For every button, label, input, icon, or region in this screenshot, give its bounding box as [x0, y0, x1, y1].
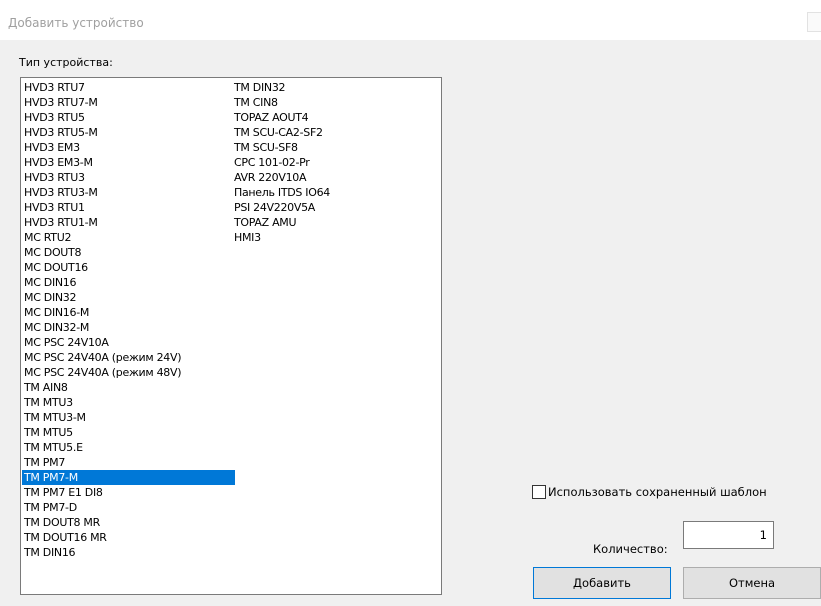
- device-list-item[interactable]: MC RTU2: [22, 230, 235, 245]
- device-list-item[interactable]: MC DIN16: [22, 275, 235, 290]
- device-list-item[interactable]: TOPAZ AMU: [232, 215, 432, 230]
- device-list-item[interactable]: Панель ITDS IO64: [232, 185, 432, 200]
- device-list-item[interactable]: MC DOUT16: [22, 260, 235, 275]
- close-button[interactable]: [807, 12, 821, 32]
- device-list-item[interactable]: TM PM7-D: [22, 500, 235, 515]
- device-list-item[interactable]: MC DIN32-M: [22, 320, 235, 335]
- device-list-item[interactable]: HVD3 RTU5-M: [22, 125, 235, 140]
- device-list-item[interactable]: TM MTU5.E: [22, 440, 235, 455]
- device-list-item[interactable]: TM SCU-CA2-SF2: [232, 125, 432, 140]
- device-list-item[interactable]: TM DIN16: [22, 545, 235, 560]
- device-list-item[interactable]: HVD3 RTU7-M: [22, 95, 235, 110]
- device-list-item[interactable]: TM PM7-M: [22, 470, 235, 485]
- device-type-label: Тип устройства:: [19, 56, 113, 69]
- device-list-item[interactable]: MC PSC 24V40A (режим 24V): [22, 350, 235, 365]
- use-template-checkbox[interactable]: [532, 485, 546, 499]
- use-template-option[interactable]: Использовать сохраненный шаблон: [532, 484, 767, 500]
- quantity-label: Количество:: [593, 542, 668, 556]
- device-list-item[interactable]: HVD3 RTU3: [22, 170, 235, 185]
- device-list-item[interactable]: TM MTU3-M: [22, 410, 235, 425]
- device-list-item[interactable]: TOPAZ AOUT4: [232, 110, 432, 125]
- device-list-item[interactable]: TM MTU5: [22, 425, 235, 440]
- device-list-column-2: TM DIN32 TM CIN8 TOPAZ AOUT4 TM SCU-CA2-SF2…: [232, 80, 432, 245]
- device-list-item[interactable]: HVD3 RTU7: [22, 80, 235, 95]
- title-bar: Добавить устройство: [0, 0, 821, 40]
- device-list-item[interactable]: TM PM7: [22, 455, 235, 470]
- add-device-dialog: Добавить устройство Тип устройства: HVD3…: [0, 0, 821, 606]
- use-template-label: Использовать сохраненный шаблон: [548, 485, 767, 499]
- device-list-item[interactable]: TM SCU-SF8: [232, 140, 432, 155]
- window-title: Добавить устройство: [8, 16, 144, 30]
- device-list-item[interactable]: HVD3 RTU1: [22, 200, 235, 215]
- device-list-item[interactable]: TM AIN8: [22, 380, 235, 395]
- device-list-item[interactable]: CPC 101-02-Pr: [232, 155, 432, 170]
- device-list-item[interactable]: HVD3 RTU5: [22, 110, 235, 125]
- device-list-item[interactable]: TM DOUT8 MR: [22, 515, 235, 530]
- device-list-item[interactable]: PSI 24V220V5A: [232, 200, 432, 215]
- device-list-item[interactable]: TM CIN8: [232, 95, 432, 110]
- device-type-list[interactable]: HVD3 RTU7 HVD3 RTU7-M HVD3 RTU5 HVD3 RTU5-M…: [20, 77, 442, 595]
- device-list-item[interactable]: HMI3: [232, 230, 432, 245]
- add-button[interactable]: Добавить: [533, 567, 671, 599]
- device-list-item[interactable]: TM MTU3: [22, 395, 235, 410]
- device-list-item[interactable]: MC DOUT8: [22, 245, 235, 260]
- device-list-item[interactable]: HVD3 RTU1-M: [22, 215, 235, 230]
- quantity-input[interactable]: [683, 521, 774, 549]
- device-list-item[interactable]: MC DIN32: [22, 290, 235, 305]
- device-list-item[interactable]: MC DIN16-M: [22, 305, 235, 320]
- device-list-item[interactable]: HVD3 EM3-M: [22, 155, 235, 170]
- device-list-item[interactable]: MC PSC 24V40A (режим 48V): [22, 365, 235, 380]
- device-list-item[interactable]: AVR 220V10A: [232, 170, 432, 185]
- device-list-item[interactable]: MC PSC 24V10A: [22, 335, 235, 350]
- device-list-column-1: HVD3 RTU7 HVD3 RTU7-M HVD3 RTU5 HVD3 RTU5-M…: [22, 80, 235, 560]
- device-list-item[interactable]: HVD3 RTU3-M: [22, 185, 235, 200]
- device-list-item[interactable]: TM PM7 E1 DI8: [22, 485, 235, 500]
- device-list-item[interactable]: TM DIN32: [232, 80, 432, 95]
- device-list-item[interactable]: TM DOUT16 MR: [22, 530, 235, 545]
- device-list-item[interactable]: HVD3 EM3: [22, 140, 235, 155]
- cancel-button[interactable]: Отмена: [683, 567, 821, 599]
